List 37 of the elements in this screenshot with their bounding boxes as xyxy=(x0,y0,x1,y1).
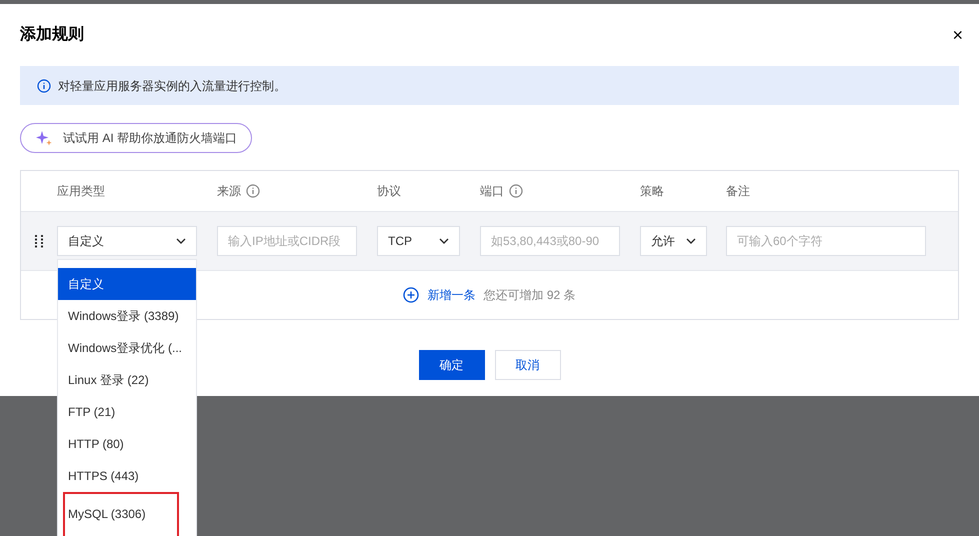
sparkle-icon xyxy=(35,129,53,147)
info-icon xyxy=(509,184,523,198)
note-input[interactable]: 可输入60个字符 xyxy=(726,226,926,256)
chevron-down-icon xyxy=(686,238,696,244)
plus-circle-icon xyxy=(403,287,420,303)
source-input[interactable]: 输入IP地址或CIDR段 xyxy=(217,226,357,256)
column-header: 协议 xyxy=(377,183,401,200)
dropdown-option[interactable]: Windows登录 (3389) xyxy=(58,300,196,332)
dialog-title: 添加规则 xyxy=(20,24,84,45)
close-button[interactable]: × xyxy=(952,22,963,48)
dropdown-option[interactable]: Windows登录优化 (... xyxy=(58,332,196,364)
ai-button[interactable]: 试试用 AI 帮助你放通防火墙端口 xyxy=(20,123,252,153)
column-header: 策略 xyxy=(640,183,664,200)
cancel-button[interactable]: 取消 xyxy=(494,350,560,380)
chevron-down-icon xyxy=(176,238,186,244)
remaining-hint: 您还可增加 92 条 xyxy=(483,287,576,304)
column-header: 端口 xyxy=(480,183,504,200)
dropdown-option[interactable]: FTP (21) xyxy=(58,396,196,428)
protocol-select[interactable]: TCP xyxy=(377,226,460,256)
dropdown-option[interactable]: MySQL (3306) xyxy=(63,492,179,536)
column-header: 备注 xyxy=(726,183,750,200)
info-icon xyxy=(246,184,260,198)
drag-handle-icon[interactable] xyxy=(34,234,44,248)
confirm-button[interactable]: 确定 xyxy=(418,350,484,380)
dropdown-option[interactable]: HTTPS (443) xyxy=(58,460,196,492)
column-header: 应用类型 xyxy=(57,183,105,200)
info-text: 对轻量应用服务器实例的入流量进行控制。 xyxy=(58,78,286,94)
chevron-down-icon xyxy=(439,238,449,244)
dropdown-option[interactable]: Linux 登录 (22) xyxy=(58,364,196,396)
column-header: 来源 xyxy=(217,183,241,200)
app-type-select[interactable]: 自定义 xyxy=(57,226,197,256)
add-rule-link[interactable]: 新增一条 xyxy=(403,286,476,304)
dropdown-option[interactable]: HTTP (80) xyxy=(58,428,196,460)
port-input[interactable]: 如53,80,443或80-90 xyxy=(480,226,620,256)
info-icon xyxy=(37,78,51,92)
policy-select[interactable]: 允许 xyxy=(640,226,707,256)
dropdown-option[interactable]: 自定义 xyxy=(58,268,196,300)
